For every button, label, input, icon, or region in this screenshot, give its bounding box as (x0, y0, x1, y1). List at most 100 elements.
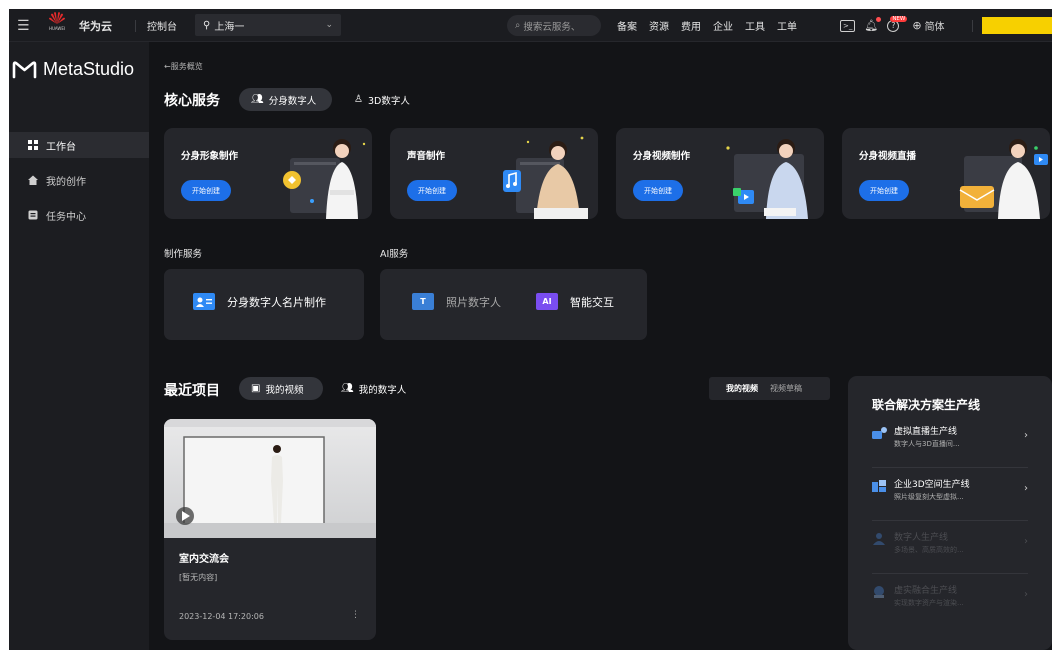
photo-human-icon: T (412, 293, 434, 310)
solution-desc: 照片级复刻大型虚拟... (894, 493, 964, 501)
start-create-button[interactable]: 开始创建 (633, 180, 683, 201)
solution-enterprise-3d[interactable]: 企业3D空间生产线 照片级复刻大型虚拟... › (872, 477, 1028, 529)
start-create-button[interactable]: 开始创建 (859, 180, 909, 201)
tab-label: 我的视频 (265, 384, 304, 396)
tab-label: 我的数字人 (358, 384, 407, 396)
nav-tools[interactable]: 工具 (745, 18, 765, 33)
service-card-video[interactable]: 分身视频制作 开始创建 (616, 128, 824, 219)
solutions-panel: 联合解决方案生产线 虚拟直播生产线 数字人与3D直播间... › 企业3D空间生… (848, 376, 1052, 650)
service-card-avatar-image[interactable]: 分身形象制作 开始创建 (164, 128, 372, 219)
breadcrumb[interactable]: ←服务概览 (164, 61, 203, 72)
digital-human-icon (873, 533, 885, 545)
app-frame: ☰ HUAWEI 华为云 控制台 ⚲ 上海一 ⌄ ⌕ 搜索云服务、 备案 资源 … (9, 9, 1052, 650)
divider (872, 467, 1028, 468)
tab-label: 分身数字人 (268, 95, 317, 107)
card-title: 声音制作 (407, 151, 446, 162)
brand-label[interactable]: 华为云 (79, 9, 112, 42)
chevron-right-icon: › (1024, 536, 1028, 547)
nav-resources[interactable]: 资源 (649, 18, 669, 33)
new-badge: NEW (890, 15, 908, 22)
service-label: 分身数字人名片制作 (227, 295, 326, 309)
start-create-button[interactable]: 开始创建 (181, 180, 231, 201)
chevron-right-icon: › (1024, 483, 1028, 494)
chevron-down-icon: ⌄ (325, 20, 333, 30)
region-value: 上海一 (214, 21, 245, 33)
video-illustration (726, 139, 808, 219)
bell-icon[interactable]: 🔔︎ (864, 17, 882, 32)
service-label: 智能交互 (570, 295, 614, 309)
metastudio-logo[interactable]: MetaStudio (12, 59, 134, 80)
top-icons: >_ 🔔︎ ? NEW ⊕ 简体 (840, 9, 945, 42)
solution-virtual-live[interactable]: 虚拟直播生产线 数字人与3D直播间... › (872, 424, 1028, 476)
divider (872, 573, 1028, 574)
solution-mixed-reality[interactable]: 虚实融合生产线 实现数字资产与渲染... › (872, 583, 1028, 635)
chevron-right-icon: › (1024, 430, 1028, 441)
solution-desc: 数字人与3D直播间... (894, 440, 960, 448)
cloud-shell-icon[interactable]: >_ (840, 19, 856, 32)
console-link[interactable]: 控制台 (147, 9, 177, 42)
language-switch[interactable]: ⊕ 简体 (912, 18, 944, 33)
service-business-card[interactable]: 分身数字人名片制作 (193, 293, 326, 310)
tab-my-digital-humans[interactable]: 👥︎ 我的数字人 (329, 377, 418, 400)
video-icon: ▣ (251, 383, 261, 394)
service-card-live[interactable]: 分身视频直播 开始创建 (842, 128, 1050, 219)
ai-services-label: AI服务 (380, 249, 409, 260)
filter-video-drafts[interactable]: 视频草稿 (770, 383, 802, 394)
ai-chat-icon: AI (536, 293, 558, 310)
brand-name: MetaStudio (43, 59, 135, 79)
voice-illustration (503, 136, 588, 219)
tab-3d-human[interactable]: ♙ 3D数字人 (342, 88, 422, 111)
video-title: 室内交流会 (179, 554, 229, 565)
tab-my-videos[interactable]: ▣ 我的视频 (239, 377, 323, 400)
language-label: 简体 (924, 22, 945, 33)
search-input[interactable]: ⌕ 搜索云服务、 (507, 15, 601, 36)
grid-icon (28, 140, 38, 150)
production-services-panel: 分身数字人名片制作 (164, 269, 364, 340)
nav-enterprise[interactable]: 企业 (713, 18, 733, 33)
solution-name: 数字人生产线 (894, 533, 949, 543)
help-icon[interactable]: ? NEW (887, 15, 908, 32)
video-subtitle: [暂无内容] (179, 573, 218, 582)
live-line-icon (872, 427, 887, 439)
card-title: 分身视频直播 (859, 151, 917, 162)
start-create-button[interactable]: 开始创建 (407, 180, 457, 201)
solution-name: 虚实融合生产线 (894, 586, 958, 596)
nav-beian[interactable]: 备案 (617, 18, 637, 33)
video-filter: 我的视频 视频草稿 (709, 377, 830, 400)
card-title: 分身视频制作 (633, 151, 691, 162)
tab-avatar-human[interactable]: 👥︎ 分身数字人 (239, 88, 332, 111)
huawei-logo[interactable]: HUAWEI (47, 9, 67, 33)
sidebar-item-my-creations[interactable]: 我的创作 (9, 167, 149, 193)
menu-icon[interactable]: ☰ (17, 9, 30, 42)
sidebar-item-workbench[interactable]: 工作台 (9, 132, 149, 158)
more-icon[interactable]: ⋮ (351, 610, 360, 620)
region-select[interactable]: ⚲ 上海一 ⌄ (195, 14, 341, 36)
globe-icon: ⊕ (912, 19, 922, 32)
sidebar-item-task-center[interactable]: 任务中心 (9, 202, 149, 228)
filter-my-videos[interactable]: 我的视频 (726, 383, 758, 394)
solution-digital-human[interactable]: 数字人生产线 多场景、高质高效的... › (872, 530, 1028, 582)
nav-billing[interactable]: 费用 (681, 18, 701, 33)
video-card[interactable]: 室内交流会 [暂无内容] 2023-12-04 17:20:06 ⋮ (164, 419, 376, 640)
video-thumbnail[interactable] (164, 419, 376, 538)
task-icon (28, 210, 38, 220)
service-photo-human[interactable]: T 照片数字人 (412, 293, 501, 310)
top-nav: 备案 资源 费用 企业 工具 工单 (617, 9, 797, 42)
user-pair-icon: 👥︎ (251, 94, 264, 105)
nav-tickets[interactable]: 工单 (777, 18, 797, 33)
video-date: 2023-12-04 17:20:06 (179, 612, 264, 621)
service-card-voice[interactable]: 声音制作 开始创建 (390, 128, 598, 219)
video-scene-image (164, 419, 376, 538)
sidebar-item-label: 我的创作 (46, 176, 86, 188)
sidebar-item-label: 任务中心 (46, 211, 86, 223)
ai-services-panel: T 照片数字人 AI 智能交互 (380, 269, 647, 340)
tab-label: 3D数字人 (367, 95, 410, 107)
solution-name: 企业3D空间生产线 (894, 480, 970, 490)
card-title: 分身形象制作 (181, 151, 239, 162)
notification-dot (876, 17, 882, 22)
sidebar-item-label: 工作台 (46, 141, 76, 153)
divider (972, 20, 973, 32)
account-highlight[interactable] (982, 17, 1052, 34)
service-smart-interaction[interactable]: AI 智能交互 (536, 293, 614, 310)
live-illustration (959, 139, 1048, 219)
